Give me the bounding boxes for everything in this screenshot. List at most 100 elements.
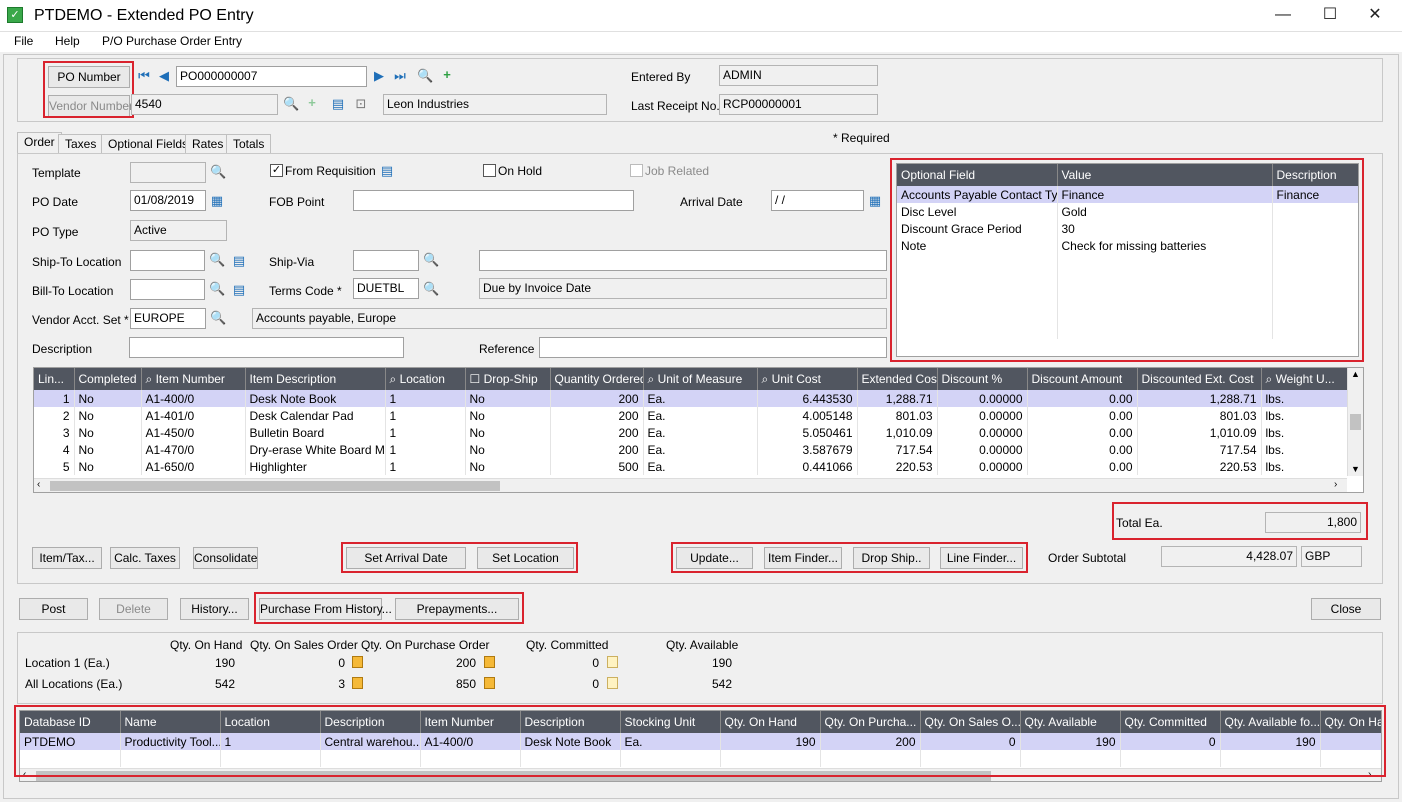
ship-to-search-icon[interactable]: 🔍	[209, 253, 225, 267]
col-header[interactable]: Qty. On Hand	[720, 711, 821, 733]
purchase-from-history-button[interactable]: Purchase From History...	[259, 598, 392, 620]
cell[interactable]: Dry-erase White Board M...	[245, 441, 386, 458]
cell[interactable]: 0.00	[1027, 390, 1138, 407]
vendor-acct-set-input[interactable]: EUROPE	[130, 308, 206, 329]
cell[interactable]: 5	[34, 458, 75, 475]
po-type-field[interactable]: Active	[130, 220, 227, 241]
lines-vertical-scrollbar[interactable]: ▲ ▼	[1347, 368, 1363, 476]
cell[interactable]: lbs.	[1261, 441, 1349, 458]
cell[interactable]: No	[74, 441, 142, 458]
vendor-search-icon[interactable]: 🔍	[283, 97, 299, 111]
cell[interactable]: Desk Note Book	[245, 390, 386, 407]
col-header[interactable]: Item Description	[245, 368, 386, 390]
table-row[interactable]: Discount Grace Period 30	[897, 220, 1358, 237]
search-icon[interactable]: 🔍	[417, 69, 433, 83]
cell[interactable]: 500	[550, 458, 644, 475]
table-row[interactable]: 3 No A1-450/0 Bulletin Board 1 No 200 Ea. 5.0504…	[34, 424, 1349, 441]
cell[interactable]: 1,288.71	[857, 390, 938, 407]
cell[interactable]: A1-400/0	[420, 733, 521, 750]
cell[interactable]: 0	[920, 733, 1021, 750]
cell[interactable]	[1020, 750, 1121, 767]
next-record-icon[interactable]: ▶	[372, 69, 386, 83]
cell[interactable]: 0.00	[1027, 441, 1138, 458]
col-header[interactable]: Qty. On Han	[1320, 711, 1381, 733]
cell[interactable]: Check for missing batteries	[1057, 237, 1273, 254]
col-header[interactable]: Completed	[74, 368, 142, 390]
cell[interactable]: 1	[34, 390, 75, 407]
col-header[interactable]: Optional Field	[897, 164, 1058, 186]
scroll-left-icon[interactable]: ‹	[37, 479, 40, 490]
cell[interactable]	[1272, 237, 1358, 254]
cell[interactable]: 220.53	[1137, 458, 1262, 475]
vendor-info-icon[interactable]: ▤	[331, 97, 345, 111]
cell[interactable]: lbs.	[1261, 390, 1349, 407]
col-header[interactable]: Lin...	[34, 368, 75, 390]
scroll-down-icon[interactable]: ▼	[1351, 464, 1360, 474]
cell[interactable]: 801.03	[857, 407, 938, 424]
table-row[interactable]	[20, 750, 1381, 767]
cell[interactable]: Desk Calendar Pad	[245, 407, 386, 424]
cell[interactable]	[1272, 220, 1358, 237]
terms-code-input[interactable]: DUETBL	[353, 278, 419, 299]
col-header[interactable]: Location	[220, 711, 321, 733]
template-input[interactable]	[130, 162, 206, 183]
cell[interactable]: 717.54	[857, 441, 938, 458]
cell[interactable]: 1	[385, 441, 466, 458]
col-header[interactable]: Description	[1272, 164, 1358, 186]
scroll-thumb[interactable]	[50, 481, 500, 491]
calc-taxes-button[interactable]: Calc. Taxes	[110, 547, 180, 569]
po-number-button[interactable]: PO Number	[48, 66, 130, 88]
cell[interactable]: 200	[820, 733, 921, 750]
cell[interactable]: Finance	[1272, 186, 1358, 203]
arrival-calendar-icon[interactable]: ▦	[868, 194, 882, 208]
cell[interactable]: 190	[720, 733, 821, 750]
cell[interactable]: Central warehou...	[320, 733, 421, 750]
minimize-button[interactable]: —	[1268, 5, 1298, 25]
po-date-input[interactable]: 01/08/2019	[130, 190, 206, 211]
cell[interactable]: 1	[385, 390, 466, 407]
item-finder-button[interactable]: Item Finder...	[764, 547, 842, 569]
on-hold-checkbox[interactable]	[483, 164, 496, 177]
tab-rates[interactable]: Rates	[185, 134, 231, 154]
cell[interactable]: 1,010.09	[857, 424, 938, 441]
table-row[interactable]: 4 No A1-470/0 Dry-erase White Board M... 1 No…	[34, 441, 1349, 458]
table-row[interactable]	[897, 288, 1358, 305]
cell[interactable]: 1	[385, 407, 466, 424]
cell[interactable]: 1,010.09	[1137, 424, 1262, 441]
update-button[interactable]: Update...	[676, 547, 753, 569]
cell[interactable]: No	[465, 407, 551, 424]
cell[interactable]: A1-450/0	[141, 424, 246, 441]
col-header[interactable]: Item Number	[420, 711, 521, 733]
last-record-icon[interactable]: ⏭	[393, 69, 407, 83]
reference-input[interactable]	[539, 337, 887, 358]
cell[interactable]: No	[465, 441, 551, 458]
cell[interactable]: 0.00	[1027, 424, 1138, 441]
delete-button[interactable]: Delete	[99, 598, 168, 620]
cell[interactable]: Note	[897, 237, 1058, 254]
cell[interactable]: 717.54	[1137, 441, 1262, 458]
vendor-number-input[interactable]: 4540	[131, 94, 278, 115]
col-header[interactable]: Value	[1057, 164, 1273, 186]
cell[interactable]	[820, 750, 921, 767]
ship-via-search-icon[interactable]: 🔍	[423, 253, 439, 267]
table-row[interactable]	[897, 322, 1358, 339]
cell[interactable]: No	[465, 390, 551, 407]
col-header[interactable]: Discount %	[937, 368, 1028, 390]
add-icon[interactable]: +	[440, 68, 454, 82]
cell[interactable]: 0.00	[1027, 407, 1138, 424]
cell[interactable]: 3.587679	[757, 441, 858, 458]
col-header[interactable]: Description	[520, 711, 621, 733]
cell[interactable]: 0.00000	[937, 407, 1028, 424]
post-button[interactable]: Post	[19, 598, 88, 620]
cell[interactable]: 3	[34, 424, 75, 441]
vendor-zoom-icon[interactable]: ⊡	[354, 97, 368, 111]
cell[interactable]: 1	[220, 733, 321, 750]
cell[interactable]: lbs.	[1261, 424, 1349, 441]
cell[interactable]: 200	[550, 441, 644, 458]
scroll-thumb[interactable]	[36, 771, 991, 781]
col-header[interactable]: ⌕ Location	[385, 368, 466, 390]
scroll-right-icon[interactable]: ›	[1334, 479, 1337, 490]
cell[interactable]: 190	[1020, 733, 1121, 750]
cell[interactable]: 1,288.71	[1137, 390, 1262, 407]
bill-to-input[interactable]	[130, 279, 205, 300]
